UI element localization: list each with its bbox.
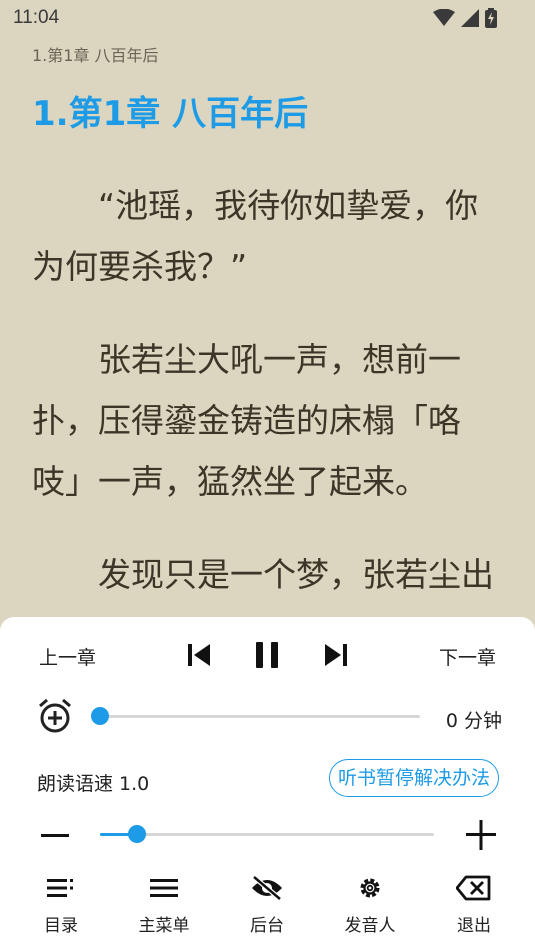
minus-icon[interactable]: [40, 821, 70, 851]
status-bar: 11:04: [0, 0, 535, 36]
pause-button[interactable]: [249, 637, 285, 673]
nav-background[interactable]: 后台: [222, 869, 312, 949]
backspace-icon: [456, 875, 491, 901]
gear-icon: [360, 878, 380, 898]
wifi-icon: [433, 9, 455, 26]
alarm-add-icon[interactable]: [37, 698, 73, 734]
timer-slider[interactable]: [91, 707, 420, 725]
battery-icon: [485, 8, 497, 28]
pause-icon: [256, 642, 278, 668]
nav-exit-label: 退出: [457, 916, 491, 936]
nav-background-label: 后台: [250, 916, 284, 936]
paragraph: “池瑶，我待你如挚爱，你为何要杀我？”: [32, 186, 479, 286]
status-icons: [433, 8, 497, 28]
chapter-title: 1.第1章 八百年后: [32, 94, 309, 134]
running-head: 1.第1章 八百年后: [32, 46, 159, 65]
speed-slider-thumb[interactable]: [127, 825, 146, 843]
pause-help-button[interactable]: 听书暂停解决办法: [328, 759, 499, 797]
paragraph: 张若尘大吼一声，想前一扑，压得鎏金铸造的床榻「咯吱」一声，猛然坐了起来。: [32, 340, 461, 501]
prev-chapter-button[interactable]: 上一章: [39, 643, 96, 670]
skip-next-icon: [325, 644, 347, 666]
toc-icon: [47, 879, 73, 897]
nav-toc-label: 目录: [44, 916, 78, 936]
status-time: 11:04: [13, 7, 60, 28]
tts-panel: 上一章 下一章 0 分钟 朗读语速 1.0 听书暂停解决办法 目录 主菜单 后台…: [0, 617, 535, 951]
speed-slider[interactable]: [100, 825, 434, 843]
skip-next-button[interactable]: [318, 637, 354, 673]
skip-previous-button[interactable]: [181, 637, 217, 673]
speed-label: 朗读语速 1.0: [37, 773, 150, 795]
eye-off-icon: [252, 875, 282, 901]
speed-row: 朗读语速 1.0 听书暂停解决办法: [0, 757, 535, 801]
nav-exit[interactable]: 退出: [429, 869, 519, 949]
menu-icon: [150, 879, 178, 897]
timer-slider-thumb[interactable]: [91, 707, 109, 725]
timer-value: 0 分钟: [445, 710, 502, 732]
chapter-controls: 上一章 下一章: [0, 637, 535, 673]
nav-voice-label: 发音人: [344, 916, 396, 936]
nav-toc[interactable]: 目录: [16, 869, 106, 949]
nav-voice[interactable]: 发音人: [325, 869, 415, 949]
skip-previous-icon: [188, 644, 210, 666]
nav-main-menu[interactable]: 主菜单: [119, 869, 209, 949]
sleep-timer-row: 0 分钟: [0, 697, 535, 737]
nav-main-menu-label: 主菜单: [138, 916, 190, 936]
bottom-nav: 目录 主菜单 后台 发音人 退出: [0, 869, 535, 949]
plus-icon[interactable]: [465, 819, 497, 851]
speed-slider-row: [0, 813, 535, 857]
signal-icon: [461, 9, 479, 27]
next-chapter-button[interactable]: 下一章: [439, 643, 496, 670]
